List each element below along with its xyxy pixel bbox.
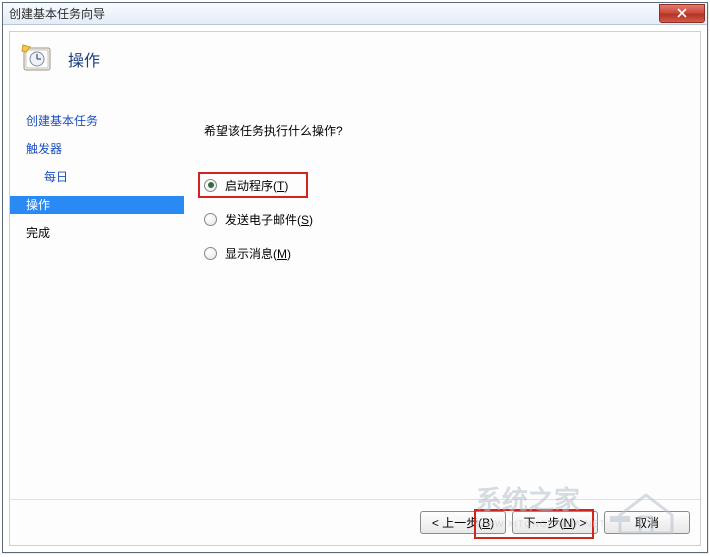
radio-start-program[interactable]: 启动程序(T) [204,175,680,195]
header: 操作 [10,32,700,82]
next-button[interactable]: 下一步(N) > [512,511,598,534]
window-title: 创建基本任务向导 [9,5,105,22]
radio-icon [204,213,217,226]
radio-icon [204,247,217,260]
sidebar-item-action[interactable]: 操作 [10,196,184,214]
sidebar-item-daily[interactable]: 每日 [26,168,184,186]
radio-label: 启动程序(T) [225,177,288,194]
sidebar-item-trigger[interactable]: 触发器 [26,140,184,158]
page-title: 操作 [68,47,100,71]
body: 创建基本任务 触发器 每日 操作 完成 希望该任务执行什么操作? 启动程序(T)… [10,82,700,499]
content-frame: 操作 创建基本任务 触发器 每日 操作 完成 希望该任务执行什么操作? 启动程序… [9,31,701,546]
radio-label: 发送电子邮件(S) [225,211,313,228]
wizard-window: 创建基本任务向导 操作 [2,2,708,553]
radio-send-email[interactable]: 发送电子邮件(S) [204,209,680,229]
footer: < 上一步(B) 下一步(N) > 取消 [10,499,700,545]
sidebar: 创建基本任务 触发器 每日 操作 完成 [10,82,184,499]
back-button[interactable]: < 上一步(B) [420,511,506,534]
radio-label: 显示消息(M) [225,245,291,262]
sidebar-item-finish: 完成 [26,224,184,242]
wizard-icon [20,42,54,76]
client-area: 操作 创建基本任务 触发器 每日 操作 完成 希望该任务执行什么操作? 启动程序… [3,25,707,552]
radio-icon [204,179,217,192]
close-button[interactable] [659,4,705,23]
main-panel: 希望该任务执行什么操作? 启动程序(T) 发送电子邮件(S) 显示消息(M) [184,82,700,499]
cancel-button[interactable]: 取消 [604,511,690,534]
close-icon [677,8,687,18]
titlebar: 创建基本任务向导 [3,3,707,25]
sidebar-item-create-task[interactable]: 创建基本任务 [26,112,184,130]
radio-show-message[interactable]: 显示消息(M) [204,243,680,263]
prompt-text: 希望该任务执行什么操作? [204,122,680,139]
